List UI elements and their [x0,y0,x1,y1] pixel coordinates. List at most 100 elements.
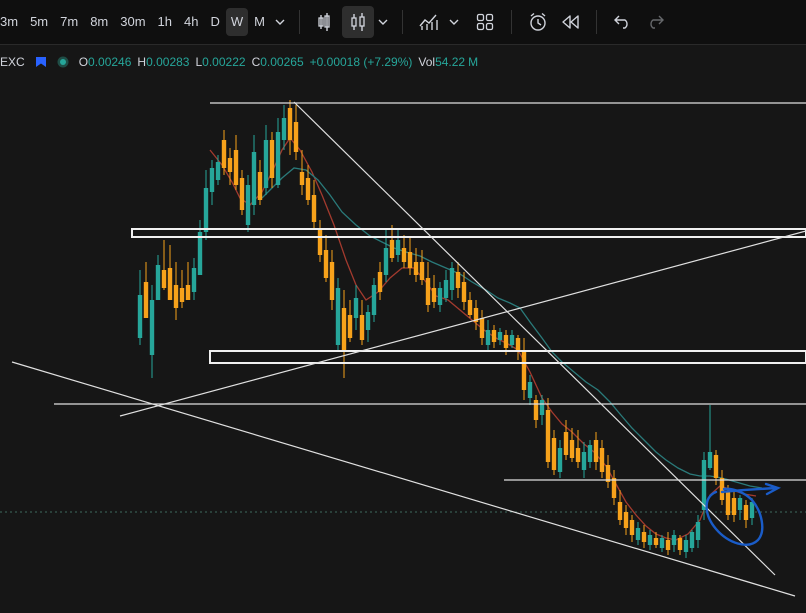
candle-body [383,248,389,275]
candle-body [509,335,515,345]
candle-body [731,498,737,515]
candle-body [515,338,521,352]
candle-body [689,532,695,548]
candle-body [647,535,653,545]
candle-body [455,272,461,288]
timeframe-4h[interactable]: 4h [178,8,204,36]
candle-body [569,440,575,458]
candle-body [617,502,623,520]
candle-body [155,265,161,300]
candle-body [197,232,203,275]
candle-body [401,248,407,262]
candle-body [737,498,743,510]
candle-body [413,262,419,275]
candle-body [233,150,239,185]
top-toolbar: 3m 5m 7m 8m 30m 1h 4h D W M [0,0,806,45]
candle-body [305,178,311,200]
candle-body [635,528,641,540]
toolbar-divider [596,10,597,34]
toolbar-divider [299,10,300,34]
candle-body [587,445,593,462]
indicators-icon[interactable] [413,6,445,38]
candle-body [377,272,383,292]
candle-body [557,448,563,472]
candle-body [389,240,395,258]
bar-style-icon[interactable] [310,6,342,38]
candlesticks [137,100,755,558]
candle-body [323,250,329,278]
candle-body [203,188,209,232]
candle-body [665,540,671,550]
timeframe-m[interactable]: M [248,8,271,36]
timeframe-d[interactable]: D [204,8,225,36]
candle-body [467,300,473,315]
layout-grid-icon[interactable] [469,6,501,38]
candle-body [245,185,251,225]
candle-body [599,448,605,472]
timeframe-30m[interactable]: 30m [114,8,151,36]
candle-body [359,315,365,340]
candle-body [545,410,551,462]
timeframe-8m[interactable]: 8m [84,8,114,36]
candle-body [293,122,299,152]
ascending-trendline [119,230,806,417]
candle-body [449,268,455,290]
candle-body [191,268,197,292]
candle-body [371,285,377,315]
candle-body [317,228,323,255]
support-zone-lower [209,350,806,364]
timeframe-7m[interactable]: 7m [54,8,84,36]
candle-body [677,538,683,550]
candle-body [425,278,431,305]
candle-body [365,312,371,330]
toolbar-divider [402,10,403,34]
candle-body [659,538,665,548]
candle-body [431,288,437,302]
candle-body [269,140,275,178]
candle-body [173,285,179,308]
candle-body [683,540,689,552]
candle-body [161,270,167,288]
alert-clock-icon[interactable] [522,6,554,38]
candle-body [695,522,701,540]
candle-body [479,318,485,338]
candle-body [503,335,509,348]
candle-body [227,158,233,172]
timeframe-5m[interactable]: 5m [24,8,54,36]
candle-body [437,288,443,305]
timeframe-w[interactable]: W [225,8,249,36]
candle-body [581,452,587,470]
candle-body [137,295,143,338]
candle-body [419,262,425,280]
chevron-down-icon[interactable] [374,8,392,36]
candle-body [275,132,281,185]
candle-body [257,172,263,200]
candle-body [263,140,269,188]
candle-body [551,438,557,470]
candle-body [527,382,533,398]
candle-body [443,280,449,298]
candle-body [299,172,305,185]
replay-icon[interactable] [554,6,586,38]
candlestick-icon[interactable] [342,6,374,38]
candle-body [329,262,335,300]
timeframe-3m[interactable]: 3m [0,8,24,36]
candle-body [629,520,635,535]
candle-body [281,118,287,140]
candle-body [143,282,149,318]
chevron-down-icon[interactable] [271,8,289,36]
candle-body [185,285,191,300]
timeframe-1h[interactable]: 1h [152,8,178,36]
candle-body [179,288,185,302]
candle-body [743,505,749,520]
candle-body [407,252,413,268]
candle-body [485,330,491,345]
price-chart[interactable] [0,44,806,613]
drawings [11,101,806,597]
candle-body [335,288,341,345]
redo-icon[interactable] [639,6,671,38]
candle-body [653,538,659,545]
chevron-down-icon[interactable] [445,8,463,36]
undo-icon[interactable] [607,6,639,38]
candle-body [539,400,545,415]
